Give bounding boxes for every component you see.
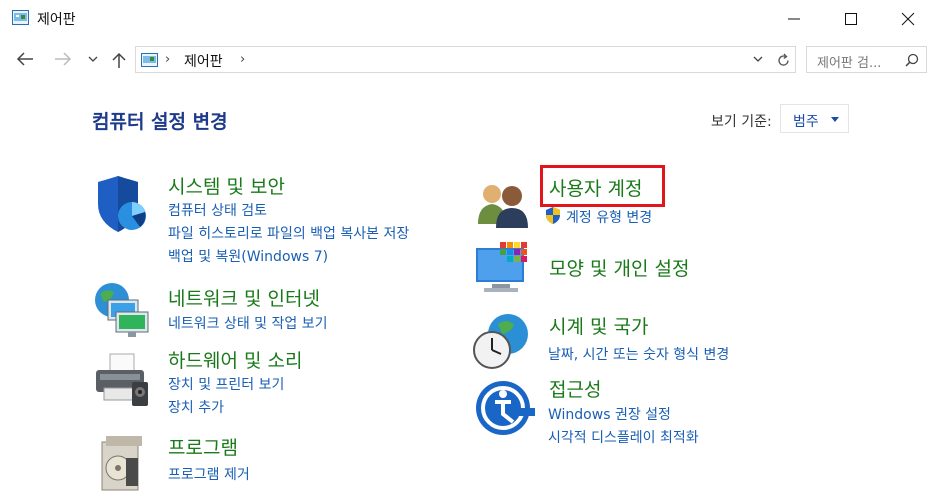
link-change-account-type[interactable]: 계정 유형 변경 bbox=[566, 207, 652, 227]
control-panel-icon bbox=[12, 10, 29, 25]
printer-icon[interactable] bbox=[92, 352, 152, 412]
search-placeholder: 제어판 검... bbox=[817, 56, 882, 71]
network-icon[interactable] bbox=[92, 280, 152, 340]
link-date-time-format[interactable]: 날짜, 시간 또는 숫자 형식 변경 bbox=[548, 344, 729, 364]
window-title: 제어판 bbox=[37, 12, 76, 28]
clock-globe-icon[interactable] bbox=[472, 312, 532, 372]
address-bar[interactable]: › 제어판 › bbox=[135, 46, 773, 73]
close-button[interactable] bbox=[885, 0, 931, 38]
shield-icon[interactable] bbox=[94, 176, 154, 236]
up-arrow-icon[interactable] bbox=[111, 51, 127, 69]
maximize-icon bbox=[845, 13, 857, 25]
link-devices-printers[interactable]: 장치 및 프린터 보기 bbox=[168, 374, 284, 394]
link-backup-restore-win7[interactable]: 백업 및 복원(Windows 7) bbox=[168, 246, 328, 266]
link-add-device[interactable]: 장치 추가 bbox=[168, 397, 224, 417]
search-box[interactable]: 제어판 검... bbox=[806, 46, 927, 73]
dropdown-arrow-icon bbox=[831, 117, 839, 122]
close-icon bbox=[901, 12, 915, 26]
link-windows-recommended-settings[interactable]: Windows 권장 설정 bbox=[548, 404, 671, 424]
category-title-programs[interactable]: 프로그램 bbox=[168, 433, 238, 460]
category-title-system-security[interactable]: 시스템 및 보안 bbox=[168, 172, 285, 199]
monitor-icon[interactable] bbox=[474, 240, 534, 300]
refresh-button[interactable] bbox=[771, 46, 796, 73]
breadcrumb-separator-icon[interactable]: › bbox=[240, 52, 245, 67]
category-title-accessibility[interactable]: 접근성 bbox=[549, 375, 601, 402]
link-uninstall-program[interactable]: 프로그램 제거 bbox=[168, 464, 250, 484]
view-by-dropdown[interactable]: 범주 bbox=[780, 104, 849, 133]
minimize-button[interactable] bbox=[771, 0, 817, 38]
back-arrow-icon[interactable] bbox=[15, 51, 35, 67]
recent-locations-chevron-icon[interactable] bbox=[87, 55, 99, 63]
refresh-icon bbox=[778, 53, 789, 66]
category-title-hardware-sound[interactable]: 하드웨어 및 소리 bbox=[168, 346, 302, 373]
breadcrumb-item[interactable]: 제어판 bbox=[184, 51, 223, 71]
category-title-clock-region[interactable]: 시계 및 국가 bbox=[549, 312, 648, 339]
accessibility-icon[interactable] bbox=[475, 380, 535, 440]
category-title-network-internet[interactable]: 네트워크 및 인터넷 bbox=[168, 284, 320, 311]
control-panel-icon bbox=[141, 53, 158, 67]
link-optimize-visual-display[interactable]: 시각적 디스플레이 최적화 bbox=[548, 427, 699, 447]
breadcrumb-separator-icon[interactable]: › bbox=[165, 52, 170, 67]
link-network-status[interactable]: 네트워크 상태 및 작업 보기 bbox=[168, 313, 327, 333]
forward-arrow-icon[interactable] bbox=[53, 51, 73, 67]
link-file-history-backup[interactable]: 파일 히스토리로 파일의 백업 복사본 저장 bbox=[168, 223, 409, 243]
uac-shield-icon bbox=[546, 207, 560, 224]
page-title: 컴퓨터 설정 변경 bbox=[92, 111, 228, 133]
users-icon[interactable] bbox=[474, 180, 534, 240]
category-title-appearance-personalization[interactable]: 모양 및 개인 설정 bbox=[549, 254, 689, 281]
category-title-user-accounts[interactable]: 사용자 계정 bbox=[549, 174, 642, 201]
minimize-icon bbox=[788, 18, 800, 20]
view-by-label: 보기 기준: bbox=[711, 114, 772, 130]
chevron-down-icon[interactable] bbox=[752, 55, 764, 63]
search-icon bbox=[905, 53, 919, 67]
navigation-bar: › 제어판 › 제어판 검... bbox=[0, 38, 941, 82]
title-bar: 제어판 bbox=[0, 0, 941, 38]
view-by-value: 범주 bbox=[793, 114, 819, 130]
link-review-computer-status[interactable]: 컴퓨터 상태 검토 bbox=[168, 200, 267, 220]
maximize-button[interactable] bbox=[828, 0, 874, 38]
programs-icon[interactable] bbox=[98, 432, 158, 492]
